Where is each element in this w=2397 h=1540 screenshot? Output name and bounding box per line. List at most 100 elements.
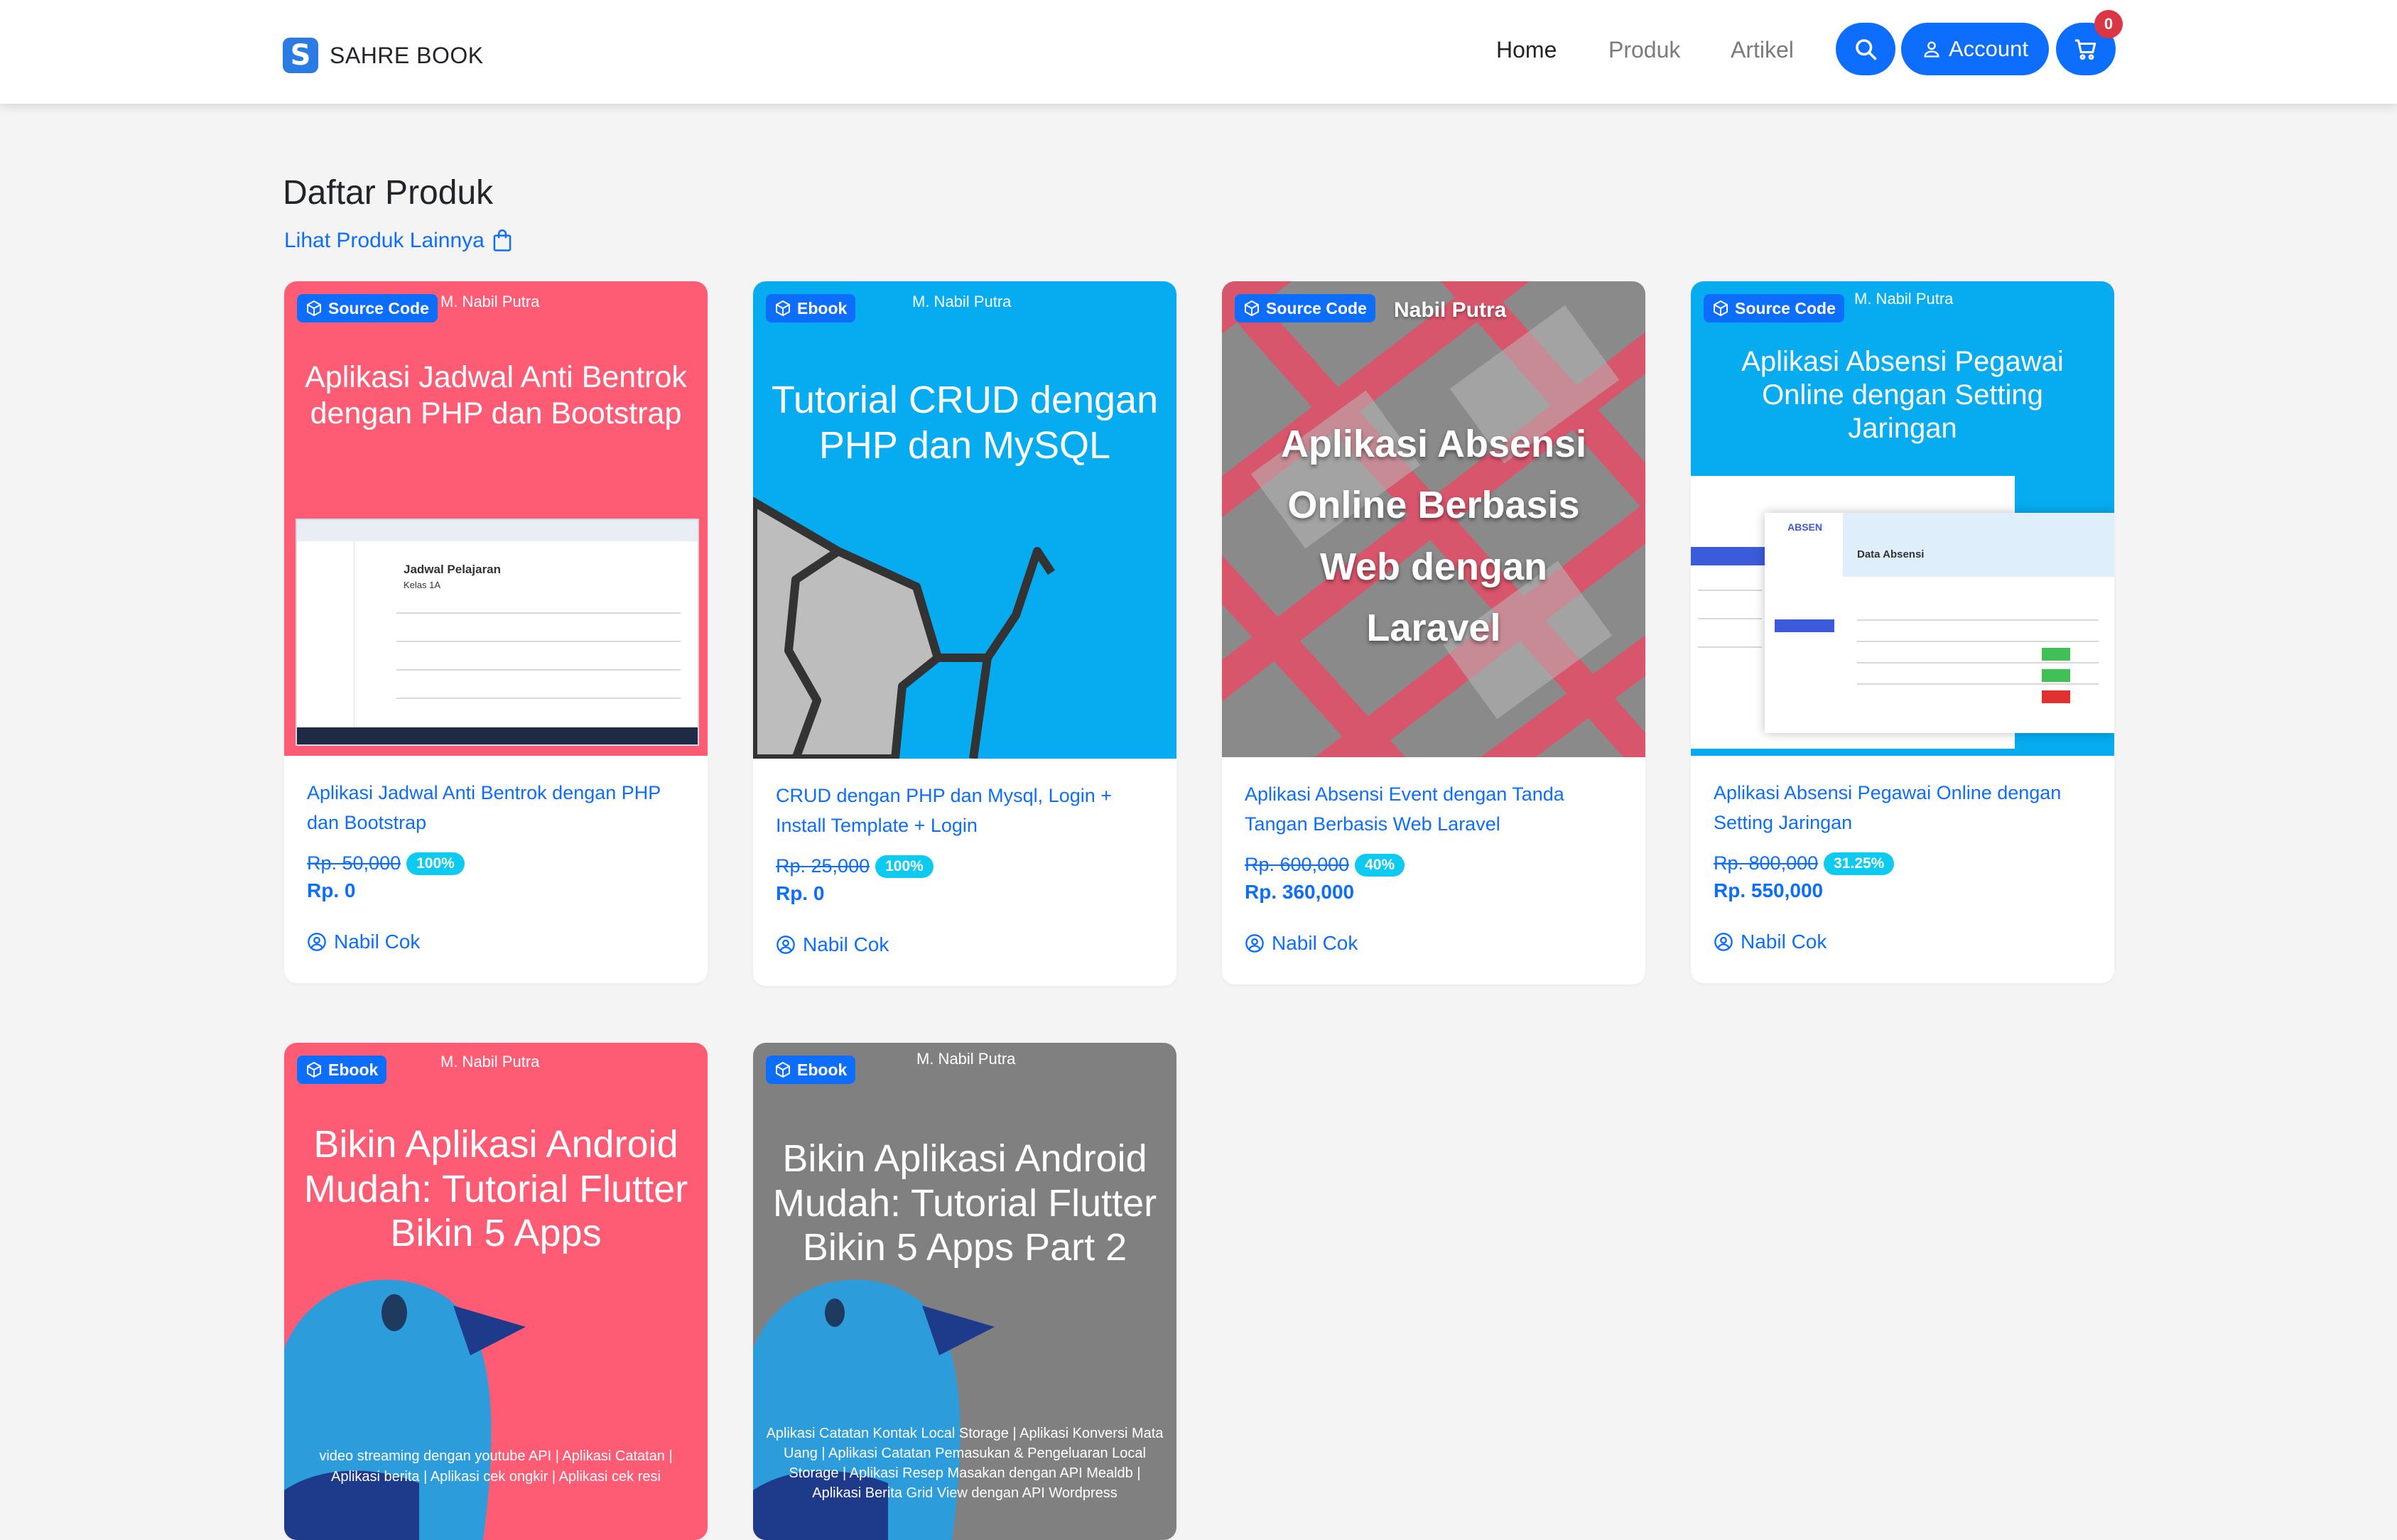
box-icon — [1245, 300, 1259, 317]
seller-name: Nabil Cok — [334, 930, 421, 953]
product-cover[interactable]: Source Code M. Nabil Putra Aplikasi Jadw… — [284, 281, 708, 756]
user-circle-icon — [1245, 933, 1264, 953]
seller[interactable]: Nabil Cok — [1714, 931, 2092, 953]
bird-illustration — [284, 1279, 526, 1540]
price: Rp. 0 — [307, 879, 356, 901]
product-name[interactable]: Aplikasi Jadwal Anti Bentrok dengan PHP … — [307, 779, 685, 838]
product-cover[interactable]: Ebook M. Nabil Putra Tutorial CRUD denga… — [753, 281, 1176, 759]
cover-author: M. Nabil Putra — [912, 293, 1012, 310]
more-products-link[interactable]: Lihat Produk Lainnya — [284, 229, 513, 253]
product-info: Aplikasi Jadwal Anti Bentrok dengan PHP … — [307, 779, 685, 953]
seller[interactable]: Nabil Cok — [307, 931, 685, 953]
seller[interactable]: Nabil Cok — [1245, 932, 1623, 955]
product-type-badge: Source Code — [1704, 294, 1844, 322]
cover-title: Tutorial CRUD dengan PHP dan MySQL — [771, 379, 1159, 467]
cover-screenshot: Jadwal Pelajaran Kelas 1A — [296, 519, 699, 746]
product-type-badge: Ebook — [297, 1056, 387, 1084]
product-name[interactable]: CRUD dengan PHP dan Mysql, Login + Insta… — [776, 781, 1154, 841]
product-type-label: Ebook — [797, 1060, 848, 1079]
cover-author: Nabil Putra — [1394, 298, 1507, 322]
nav-artikel[interactable]: Artikel — [1731, 37, 1794, 63]
account-button[interactable]: Account — [1901, 23, 2049, 75]
user-circle-icon — [1714, 932, 1733, 951]
product-name[interactable]: Aplikasi Absensi Pegawai Online dengan S… — [1714, 779, 2092, 838]
cover-title: Aplikasi Jadwal Anti Bentrok dengan PHP … — [305, 360, 687, 430]
cover-author: M. Nabil Putra — [1854, 290, 1954, 308]
discount-badge: 100% — [875, 855, 934, 878]
cover-screen-subtitle: Kelas 1A — [404, 580, 441, 590]
cart-count-badge: 0 — [2094, 10, 2123, 38]
old-price: Rp. 600,000 — [1245, 854, 1350, 876]
cover-author: M. Nabil Putra — [440, 293, 540, 310]
brand[interactable]: S SAHRE BOOK — [283, 37, 484, 74]
cart-icon — [2075, 39, 2096, 60]
account-label: Account — [1948, 36, 2028, 61]
more-products-label: Lihat Produk Lainnya — [284, 229, 485, 252]
navbar: S SAHRE BOOK Home Produk Artikel Account… — [0, 0, 2397, 104]
product-card[interactable]: Source Code M. Nabil Putra Aplikasi Abse… — [1691, 281, 2114, 983]
cover-title: Aplikasi Absensi Online Berbasis Web den… — [1280, 423, 1587, 650]
product-type-badge: Source Code — [297, 294, 438, 322]
product-type-badge: Ebook — [766, 1056, 856, 1084]
seller-name: Nabil Cok — [803, 933, 889, 955]
cover-footer: Aplikasi Catatan Kontak Local Storage | … — [766, 1426, 1164, 1501]
product-type-label: Source Code — [1735, 298, 1836, 318]
product-card[interactable]: Ebook M. Nabil Putra Bikin Aplikasi Andr… — [284, 1043, 708, 1540]
product-type-label: Ebook — [328, 1060, 379, 1079]
price: Rp. 550,000 — [1714, 879, 1824, 901]
product-card[interactable]: Source Code Nabil Putra Aplikasi Absensi… — [1222, 281, 1645, 985]
discount-badge: 100% — [406, 852, 465, 875]
brand-logo-icon: S — [283, 38, 318, 73]
seller[interactable]: Nabil Cok — [776, 933, 1154, 956]
box-icon — [776, 300, 790, 317]
box-icon — [307, 1061, 321, 1078]
cover-title: Bikin Aplikasi Android Mudah: Tutorial F… — [772, 1137, 1157, 1269]
product-cover[interactable]: Ebook M. Nabil Putra Bikin Aplikasi Andr… — [753, 1043, 1176, 1540]
product-cover[interactable]: Source Code M. Nabil Putra Aplikasi Abse… — [1691, 281, 2114, 756]
product-cover[interactable]: Ebook M. Nabil Putra Bikin Aplikasi Andr… — [284, 1043, 708, 1540]
user-icon — [1924, 41, 1939, 58]
cover-title: Bikin Aplikasi Android Mudah: Tutorial F… — [303, 1123, 688, 1255]
elephant-illustration — [753, 497, 1055, 759]
search-icon — [1856, 39, 1877, 60]
nav-home[interactable]: Home — [1496, 37, 1557, 63]
user-circle-icon — [777, 935, 795, 954]
discount-badge: 31.25% — [1824, 852, 1895, 875]
product-cover[interactable]: Source Code Nabil Putra Aplikasi Absensi… — [1222, 281, 1645, 757]
product-card[interactable]: Ebook M. Nabil Putra Tutorial CRUD denga… — [753, 281, 1176, 986]
cover-title: Aplikasi Absensi Pegawai Online dengan S… — [1741, 346, 2064, 445]
seller-name: Nabil Cok — [1741, 930, 1827, 953]
shopping-bag-icon — [493, 229, 512, 251]
old-price: Rp. 50,000 — [307, 852, 401, 874]
discount-badge: 40% — [1355, 853, 1405, 877]
box-icon — [776, 1061, 790, 1078]
page-title: Daftar Produk — [283, 174, 494, 212]
product-info: Aplikasi Absensi Event dengan Tanda Tang… — [1245, 780, 1623, 955]
product-info: CRUD dengan PHP dan Mysql, Login + Insta… — [776, 781, 1154, 956]
seller-name: Nabil Cok — [1272, 931, 1358, 954]
box-icon — [1714, 300, 1728, 317]
box-icon — [307, 300, 321, 317]
price: Rp. 360,000 — [1245, 880, 1355, 903]
product-type-badge: Ebook — [766, 294, 856, 322]
product-name[interactable]: Aplikasi Absensi Event dengan Tanda Tang… — [1245, 780, 1623, 840]
product-type-label: Source Code — [1266, 298, 1367, 318]
old-price: Rp. 800,000 — [1714, 852, 1819, 874]
search-button[interactable] — [1836, 23, 1895, 75]
cover-screenshot-front: ABSEN Data Absensi — [1765, 513, 2114, 733]
product-type-label: Source Code — [328, 298, 429, 318]
nav-produk[interactable]: Produk — [1608, 37, 1680, 63]
cover-footer: video streaming dengan youtube API | Apl… — [319, 1448, 673, 1485]
cover-screen-title: Data Absensi — [1857, 548, 1925, 560]
product-info: Aplikasi Absensi Pegawai Online dengan S… — [1714, 779, 2092, 953]
product-card[interactable]: Ebook M. Nabil Putra Bikin Aplikasi Andr… — [753, 1043, 1176, 1540]
product-type-label: Ebook — [797, 298, 848, 318]
cover-author: M. Nabil Putra — [440, 1053, 540, 1070]
product-card[interactable]: Source Code M. Nabil Putra Aplikasi Jadw… — [284, 281, 708, 983]
brand-name: SAHRE BOOK — [330, 42, 484, 68]
cover-author: M. Nabil Putra — [916, 1050, 1016, 1068]
product-type-badge: Source Code — [1235, 294, 1375, 322]
old-price: Rp. 25,000 — [776, 855, 870, 877]
price: Rp. 0 — [776, 882, 825, 904]
cover-screen-title: Jadwal Pelajaran — [404, 563, 502, 576]
